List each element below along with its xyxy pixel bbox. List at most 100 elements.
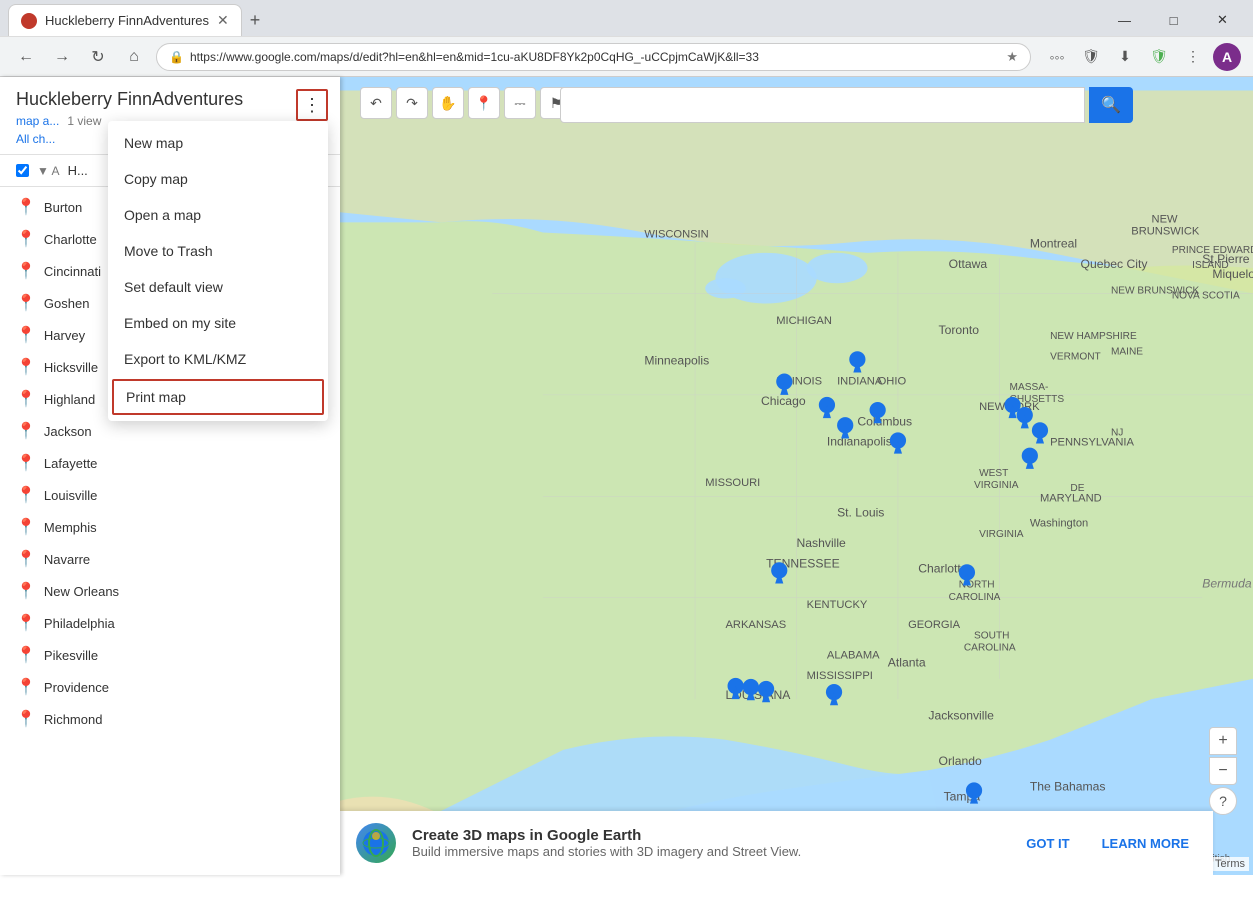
list-item[interactable]: 📍 New Orleans <box>0 575 340 607</box>
svg-text:Orlando: Orlando <box>939 754 982 768</box>
pin-icon: 📍 <box>16 485 36 505</box>
dropdown-embed[interactable]: Embed on my site <box>108 305 328 341</box>
redo-button[interactable]: ↷ <box>396 87 428 119</box>
list-item[interactable]: 📍 Louisville <box>0 479 340 511</box>
bookmark-icon[interactable]: ★ <box>1006 49 1018 65</box>
pin-icon: 📍 <box>16 613 36 633</box>
dropdown-export-kml[interactable]: Export to KML/KMZ <box>108 341 328 377</box>
dropdown-copy-map[interactable]: Copy map <box>108 161 328 197</box>
earth-banner-subtitle: Build immersive maps and stories with 3D… <box>412 844 1002 859</box>
list-item[interactable]: 📍 Providence <box>0 671 340 703</box>
list-item[interactable]: 📍 Pikesville <box>0 639 340 671</box>
extensions-icon[interactable]: 🛡 <box>1077 43 1105 71</box>
dropdown-open-map[interactable]: Open a map <box>108 197 328 233</box>
location-name: Charlotte <box>44 232 97 247</box>
hand-tool-button[interactable]: ✋ <box>432 87 464 119</box>
svg-text:Toronto: Toronto <box>939 323 980 337</box>
svg-text:Ottawa: Ottawa <box>949 257 988 271</box>
svg-text:Minneapolis: Minneapolis <box>644 353 709 367</box>
forward-button[interactable]: → <box>48 43 76 71</box>
svg-text:Nashville: Nashville <box>797 536 847 550</box>
zoom-out-button[interactable]: − <box>1209 757 1237 785</box>
dropdown-new-map[interactable]: New map <box>108 125 328 161</box>
map-search-input[interactable] <box>560 87 1085 123</box>
map-title: Huckleberry FinnAdventures <box>16 89 324 110</box>
menu-icon[interactable]: ⋮ <box>1179 43 1207 71</box>
location-name: Memphis <box>44 520 97 535</box>
svg-text:GEORGIA: GEORGIA <box>908 619 961 631</box>
list-item[interactable]: 📍 Philadelphia <box>0 607 340 639</box>
address-bar: 🔒 https://www.google.com/maps/d/edit?hl=… <box>156 43 1031 71</box>
svg-text:KENTUCKY: KENTUCKY <box>807 599 868 611</box>
pin-icon: 📍 <box>16 229 36 249</box>
list-item[interactable]: 📍 Memphis <box>0 511 340 543</box>
layer-expand-icon[interactable]: ▼ A <box>37 164 60 178</box>
reload-button[interactable]: ↻ <box>84 43 112 71</box>
home-button[interactable]: ⌂ <box>120 43 148 71</box>
location-name: Burton <box>44 200 82 215</box>
grid-icon[interactable]: ◦◦◦ <box>1043 43 1071 71</box>
map-search-button[interactable]: 🔍 <box>1089 87 1133 123</box>
map-link[interactable]: map a... <box>16 114 59 128</box>
undo-button[interactable]: ↶ <box>360 87 392 119</box>
list-item[interactable]: 📍 Lafayette <box>0 447 340 479</box>
minimize-button[interactable]: — <box>1102 4 1147 36</box>
location-name: Harvey <box>44 328 85 343</box>
tab-favicon <box>21 13 37 29</box>
location-name: Jackson <box>44 424 92 439</box>
lock-icon: 🔒 <box>169 50 184 64</box>
svg-text:MAINE: MAINE <box>1111 346 1143 357</box>
new-tab-button[interactable]: + <box>242 4 269 36</box>
zoom-in-button[interactable]: + <box>1209 727 1237 755</box>
svg-text:NEW: NEW <box>1152 213 1178 225</box>
browser-tab[interactable]: Huckleberry FinnAdventures ✕ <box>8 4 242 36</box>
download-icon[interactable]: ⬇ <box>1111 43 1139 71</box>
back-button[interactable]: ← <box>12 43 40 71</box>
got-it-button[interactable]: GOT IT <box>1018 832 1077 855</box>
svg-text:INDIANA: INDIANA <box>837 376 883 388</box>
svg-text:Quebec City: Quebec City <box>1081 257 1149 271</box>
dropdown-menu: New map Copy map Open a map Move to Tras… <box>108 121 328 421</box>
dropdown-move-trash[interactable]: Move to Trash <box>108 233 328 269</box>
pin-icon: 📍 <box>16 549 36 569</box>
pin-icon: 📍 <box>16 389 36 409</box>
three-dot-button[interactable]: ⋮ <box>296 89 328 121</box>
svg-text:MASSA-: MASSA- <box>1010 382 1049 393</box>
svg-text:MISSISSIPPI: MISSISSIPPI <box>807 670 873 682</box>
draw-line-button[interactable]: ⎓ <box>504 87 536 119</box>
location-name: Providence <box>44 680 109 695</box>
shield-icon[interactable]: 🛡 <box>1145 43 1173 71</box>
dropdown-default-view[interactable]: Set default view <box>108 269 328 305</box>
pin-icon: 📍 <box>16 293 36 313</box>
location-name: Hicksville <box>44 360 98 375</box>
avatar[interactable]: A <box>1213 43 1241 71</box>
location-name: Cincinnati <box>44 264 101 279</box>
pin-icon: 📍 <box>16 325 36 345</box>
close-button[interactable]: ✕ <box>1200 4 1245 36</box>
pin-icon: 📍 <box>16 645 36 665</box>
map-area[interactable]: Minneapolis Chicago Indianapolis Columbu… <box>340 77 1253 875</box>
svg-text:Montreal: Montreal <box>1030 237 1077 251</box>
pin-icon: 📍 <box>16 677 36 697</box>
location-name: New Orleans <box>44 584 119 599</box>
layer-checkbox[interactable] <box>16 164 29 177</box>
svg-text:ALABAMA: ALABAMA <box>827 650 880 662</box>
svg-text:ARKANSAS: ARKANSAS <box>725 619 786 631</box>
location-name: Highland <box>44 392 95 407</box>
svg-text:VIRGINIA: VIRGINIA <box>979 529 1024 540</box>
svg-text:SOUTH: SOUTH <box>974 630 1009 641</box>
help-button[interactable]: ? <box>1209 787 1237 815</box>
learn-more-button[interactable]: LEARN MORE <box>1094 832 1197 855</box>
sidebar: Huckleberry FinnAdventures map a... 1 vi… <box>0 77 340 875</box>
list-item[interactable]: 📍 Navarre <box>0 543 340 575</box>
svg-text:VERMONT: VERMONT <box>1050 351 1101 362</box>
list-item[interactable]: 📍 Richmond <box>0 703 340 735</box>
marker-button[interactable]: 📍 <box>468 87 500 119</box>
tab-close-icon[interactable]: ✕ <box>217 12 229 29</box>
maximize-button[interactable]: □ <box>1151 4 1196 36</box>
map-views: 1 view <box>67 114 101 128</box>
location-name: Richmond <box>44 712 103 727</box>
sidebar-header: Huckleberry FinnAdventures map a... 1 vi… <box>0 77 340 155</box>
tab-title: Huckleberry FinnAdventures <box>45 13 209 28</box>
dropdown-print-map[interactable]: Print map <box>112 379 324 415</box>
